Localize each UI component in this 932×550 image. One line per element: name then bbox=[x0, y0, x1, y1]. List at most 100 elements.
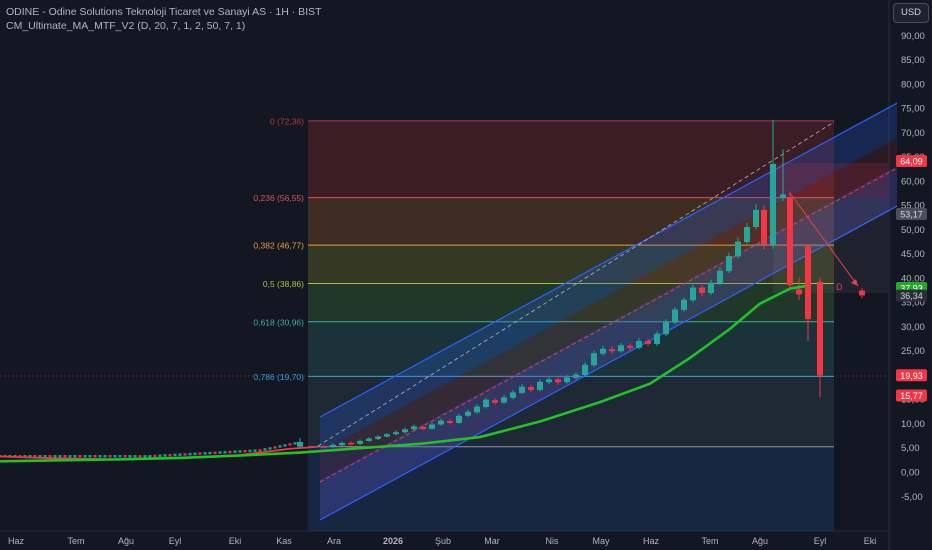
candle bbox=[770, 163, 776, 245]
x-tick-label: Eyl bbox=[814, 536, 827, 546]
y-tick-label: -5,00 bbox=[901, 492, 923, 503]
candle bbox=[591, 353, 597, 366]
y-tick-label: 60,00 bbox=[901, 176, 925, 187]
candle bbox=[609, 349, 615, 352]
candle bbox=[158, 454, 162, 457]
candle bbox=[402, 429, 408, 433]
candle bbox=[339, 442, 345, 446]
candle bbox=[645, 340, 651, 344]
x-tick-label: Nis bbox=[546, 536, 559, 546]
y-tick-label: 75,00 bbox=[901, 104, 925, 115]
x-tick-label: Kas bbox=[276, 536, 292, 546]
y-tick-label: 0,00 bbox=[901, 468, 920, 479]
candle bbox=[108, 455, 112, 458]
candle bbox=[113, 455, 117, 458]
candle bbox=[73, 455, 77, 458]
candle bbox=[58, 455, 62, 458]
candle bbox=[278, 445, 282, 448]
x-tick-label: Eki bbox=[229, 536, 242, 546]
candle bbox=[238, 450, 242, 453]
candle bbox=[564, 377, 570, 383]
candle bbox=[163, 454, 167, 457]
candle bbox=[63, 455, 67, 458]
candle bbox=[218, 451, 222, 454]
candle bbox=[474, 406, 480, 413]
fib-level-label: 0,236 (56,55) bbox=[253, 193, 304, 203]
y-tick-label: 80,00 bbox=[901, 79, 925, 90]
candle bbox=[483, 399, 489, 407]
candle bbox=[93, 455, 97, 458]
candle bbox=[492, 400, 498, 403]
candle bbox=[283, 444, 287, 447]
x-tick-label: Haz bbox=[8, 536, 25, 546]
candle bbox=[600, 348, 606, 354]
candle bbox=[153, 454, 157, 458]
candle bbox=[420, 426, 426, 429]
candle bbox=[297, 441, 303, 447]
candle bbox=[103, 455, 107, 458]
candle bbox=[690, 287, 696, 301]
candle bbox=[681, 299, 687, 310]
candle bbox=[411, 426, 417, 430]
candle bbox=[168, 453, 172, 457]
x-tick-label: Eyl bbox=[169, 536, 182, 546]
candle bbox=[796, 289, 802, 295]
candle bbox=[672, 309, 678, 323]
x-tick-label: Tem bbox=[67, 536, 84, 546]
candle bbox=[384, 434, 390, 437]
candle bbox=[627, 345, 633, 348]
candle bbox=[193, 452, 197, 456]
candle bbox=[546, 379, 552, 383]
candle bbox=[148, 455, 152, 458]
x-tick-label: Mar bbox=[484, 536, 500, 546]
chart-title: ODINE - Odine Solutions Teknoloji Ticare… bbox=[6, 6, 322, 18]
x-tick-label: Şub bbox=[435, 536, 451, 546]
candle bbox=[582, 364, 588, 375]
price-label: 53,17 bbox=[900, 210, 923, 220]
candle bbox=[118, 455, 122, 458]
candle bbox=[253, 449, 257, 452]
fib-level-label: 0,382 (46,77) bbox=[253, 241, 304, 251]
candle bbox=[258, 449, 262, 452]
fib-level-label: 0,786 (19,70) bbox=[253, 372, 304, 382]
candle bbox=[208, 451, 212, 455]
price-chart[interactable]: 0 (72,36) 0,236 (56,55) 0,382 (46,77) 0,5 (… bbox=[0, 0, 932, 550]
candle bbox=[321, 446, 327, 448]
fib-level-label: 0 (72,36) bbox=[270, 116, 304, 126]
candle bbox=[263, 448, 267, 451]
candle bbox=[717, 270, 723, 284]
candle bbox=[735, 241, 741, 257]
candle bbox=[744, 226, 750, 243]
x-tick-label: Ağu bbox=[752, 536, 768, 546]
x-tick-label: May bbox=[592, 536, 610, 546]
price-label: 15,77 bbox=[900, 391, 923, 401]
x-tick-label: Tem bbox=[701, 536, 718, 546]
candle bbox=[228, 450, 232, 454]
candle bbox=[68, 455, 72, 458]
candle bbox=[438, 420, 444, 425]
candle bbox=[123, 455, 127, 458]
currency-button[interactable]: USD bbox=[893, 3, 929, 23]
candle bbox=[780, 194, 786, 198]
candle bbox=[348, 442, 354, 445]
candle bbox=[293, 442, 297, 445]
candle bbox=[138, 455, 142, 458]
candle bbox=[510, 392, 516, 398]
fib-level-label: 0,618 (30,96) bbox=[253, 317, 304, 327]
candle bbox=[393, 432, 399, 435]
candle bbox=[188, 452, 192, 456]
candle bbox=[268, 447, 272, 450]
candle bbox=[817, 281, 823, 376]
candle bbox=[753, 209, 759, 227]
candle bbox=[761, 209, 767, 245]
candle bbox=[173, 453, 177, 457]
candle bbox=[501, 397, 507, 403]
indicator-legend[interactable]: CM_Ultimate_MA_MTF_V2 (D, 20, 7, 1, 2, 5… bbox=[6, 20, 245, 32]
candle bbox=[528, 387, 534, 391]
candle bbox=[143, 455, 147, 458]
x-tick-label: Ağu bbox=[118, 536, 134, 546]
candle bbox=[83, 455, 87, 458]
price-label: 19,93 bbox=[900, 371, 923, 381]
candle bbox=[88, 455, 92, 458]
x-tick-label: 2026 bbox=[383, 536, 403, 546]
